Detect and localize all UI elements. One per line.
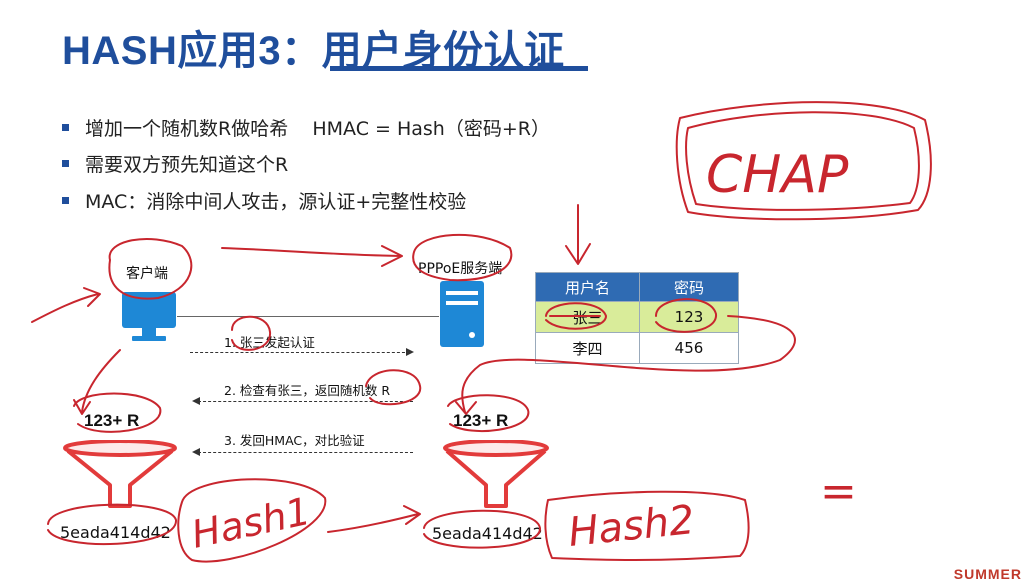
left-hash-circle [47, 503, 178, 546]
handwritten-annotations: CHAP Hash1 Hash2 = [31, 101, 932, 563]
handwriting-equals: = [820, 466, 857, 517]
right-formula-circle [447, 394, 530, 433]
pwd-circle [655, 298, 718, 333]
client-to-formula-arrow [73, 349, 121, 415]
top-arrow [221, 245, 403, 267]
table-to-funnel-arrow [455, 315, 796, 415]
step1-circle [231, 315, 272, 351]
down-arrow [565, 204, 591, 265]
handwriting-hash2: Hash2 [566, 497, 696, 556]
watermark-logo: SUMMER [953, 566, 1022, 582]
handwriting-chap: CHAP [706, 145, 849, 205]
server-circle [412, 233, 513, 282]
handwriting-hash1: Hash1 [188, 489, 314, 557]
hash1-arrow [327, 505, 421, 533]
left-formula-circle [73, 392, 162, 433]
random-r-circle [365, 369, 422, 406]
right-hash-circle [423, 509, 542, 549]
client-circle [108, 237, 193, 300]
left-arrow [31, 287, 101, 323]
